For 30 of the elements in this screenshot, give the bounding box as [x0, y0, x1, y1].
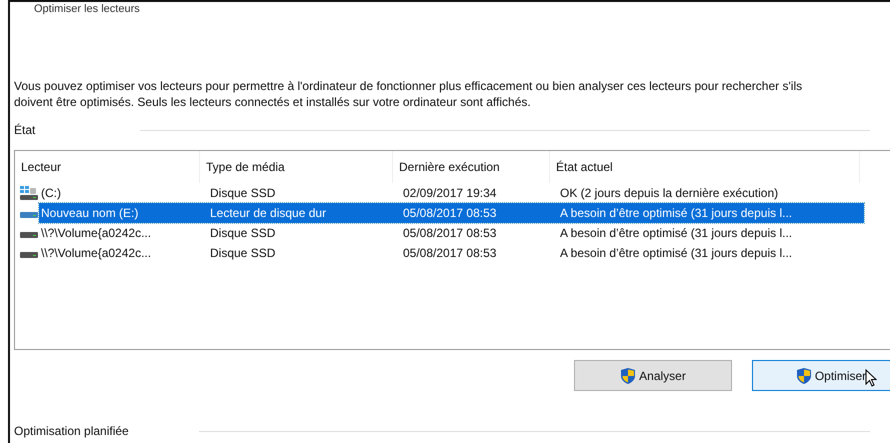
table-cell-text: 02/09/2017 19:34 [402, 186, 498, 200]
group-label: Optimisation planifiée [14, 424, 129, 438]
group-label: État [14, 123, 36, 137]
column-header[interactable]: Type de média [200, 151, 393, 183]
table-cell-text: Disque SSD [209, 226, 276, 240]
table-cell-text: Disque SSD [209, 186, 276, 200]
table-cell-text: \\?\Volume{a0242c... [40, 246, 152, 260]
column-header[interactable]: Lecteur [15, 151, 200, 183]
drive-row[interactable]: \\?\Volume{a0242c... Disque SSD 05/08/2017 08:53 A besoin d’être optimisé (31 jours depuis l... [39, 223, 864, 243]
table-cell-text: 05/08/2017 08:53 [402, 246, 498, 260]
table-cell-text: OK (2 jours depuis la dernière exécution) [559, 186, 780, 200]
drive-row[interactable]: (C:) Disque SSD 02/09/2017 19:34 OK (2 jours depuis la dernière exécution) [39, 183, 864, 203]
action-button[interactable]: Analyser [574, 360, 732, 391]
column-header[interactable]: État actuel [550, 151, 860, 183]
table-cell-text: Disque SSD [209, 246, 276, 260]
table-cell-text: (C:) [40, 186, 62, 200]
table-cell-text: \\?\Volume{a0242c... [40, 226, 152, 240]
table-cell-text: 05/08/2017 08:53 [402, 226, 498, 240]
table-cell-text: A besoin d’être optimisé (31 jours depuis l... [559, 226, 794, 240]
table-cell-text: A besoin d’être optimisé (31 jours depuis l... [559, 246, 794, 260]
table-cell-text: A besoin d’être optimisé (31 jours depuis l... [559, 206, 794, 220]
drive-row[interactable]: Nouveau nom (E:) Lecteur de disque dur 05/08/2017 08:53 A besoin d’être optimisé (31 jours depuis l... [39, 203, 864, 223]
drive-row[interactable]: \\?\Volume{a0242c... Disque SSD 05/08/2017 08:53 A besoin d’être optimisé (31 jours depuis l... [39, 243, 864, 263]
action-button[interactable]: Optimiser [752, 360, 890, 391]
column-header[interactable]: Dernière exécution [393, 151, 550, 183]
table-cell-text: 05/08/2017 08:53 [402, 206, 498, 220]
window-title: Optimiser les lecteurs [33, 2, 141, 17]
table-cell-text: Lecteur de disque dur [209, 206, 328, 220]
table-cell-text: Nouveau nom (E:) [40, 206, 140, 220]
description-text: Vous pouvez optimiser vos lecteurs pour permettre à l'ordinateur de fonctionner plus efficacement ou bien analyser ces lecteurs pour rechercher s'ils doivent être optimisés. Seuls les lecteurs connectés et installés sur votre ordinateur sont affichés. [14, 78, 804, 110]
